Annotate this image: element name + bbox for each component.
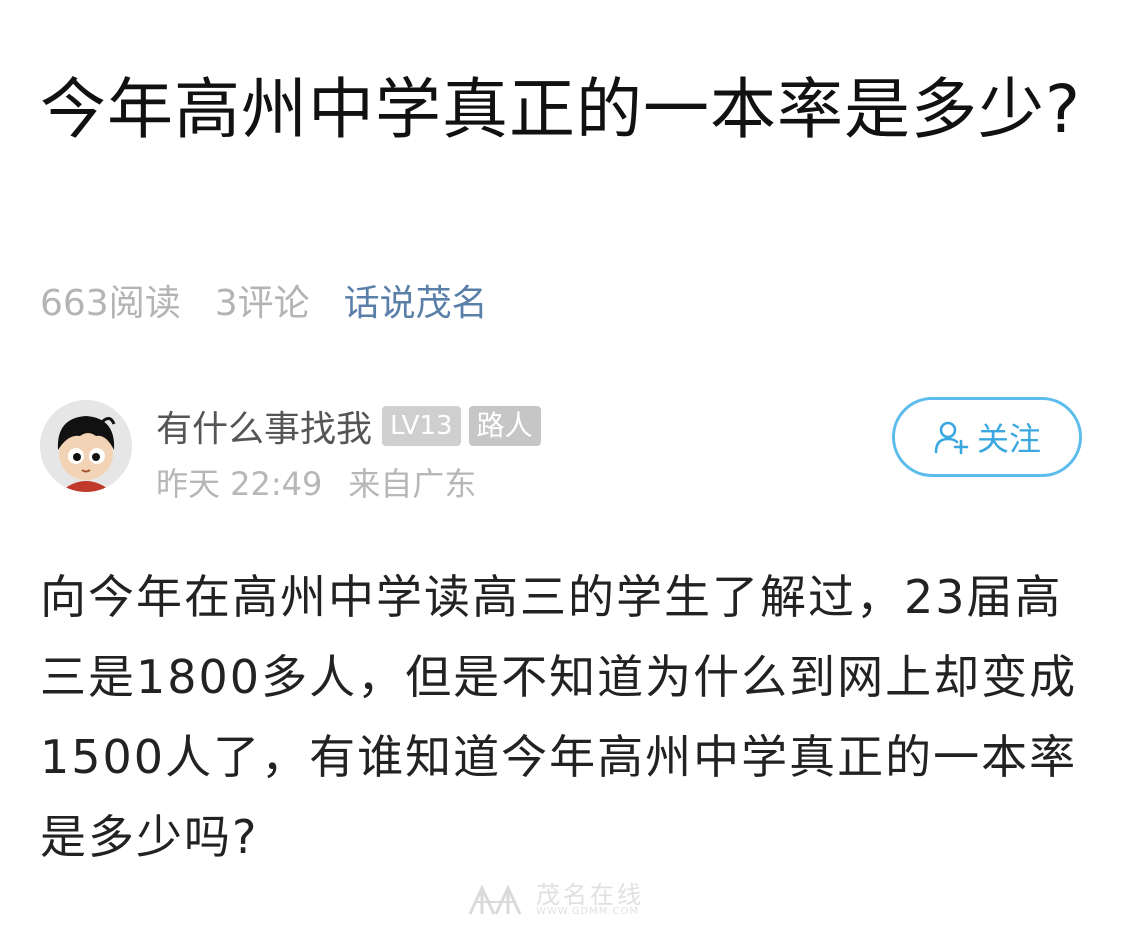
topic-link[interactable]: 话说茂名 [344, 274, 488, 326]
post-meta: 663阅读 3评论 话说茂名 [40, 276, 488, 324]
level-badge: LV13 [382, 406, 461, 446]
comment-count[interactable]: 3评论 [215, 274, 310, 326]
author-name[interactable]: 有什么事找我 [156, 400, 372, 452]
add-user-icon [933, 419, 969, 455]
follow-button[interactable]: 关注 [892, 397, 1082, 477]
author-info: 有什么事找我 LV13 路人 [156, 402, 549, 450]
post-time: 昨天 22:49 [156, 465, 323, 503]
role-badge: 路人 [468, 406, 541, 446]
post-location: 来自广东 [348, 465, 477, 503]
avatar[interactable] [40, 400, 132, 492]
cartoon-face-avatar-icon [40, 400, 132, 492]
watermark-logo-icon [468, 884, 522, 915]
post-info: 昨天 22:49 来自广东 [156, 458, 476, 506]
watermark-url: WWW.GDMM.COM [536, 906, 640, 917]
post-body: 向今年在高州中学读高三的学生了解过，23届高三是1800多人，但是不知道为什么到… [40, 570, 1078, 864]
follow-label: 关注 [976, 420, 1041, 458]
post-title: 今年高州中学真正的一本率是多少? [40, 71, 1082, 148]
read-count: 663阅读 [40, 283, 181, 324]
watermark: 茂名在线 WWW.GDMM.COM [466, 880, 644, 920]
watermark-text: 茂名在线 [536, 881, 644, 909]
